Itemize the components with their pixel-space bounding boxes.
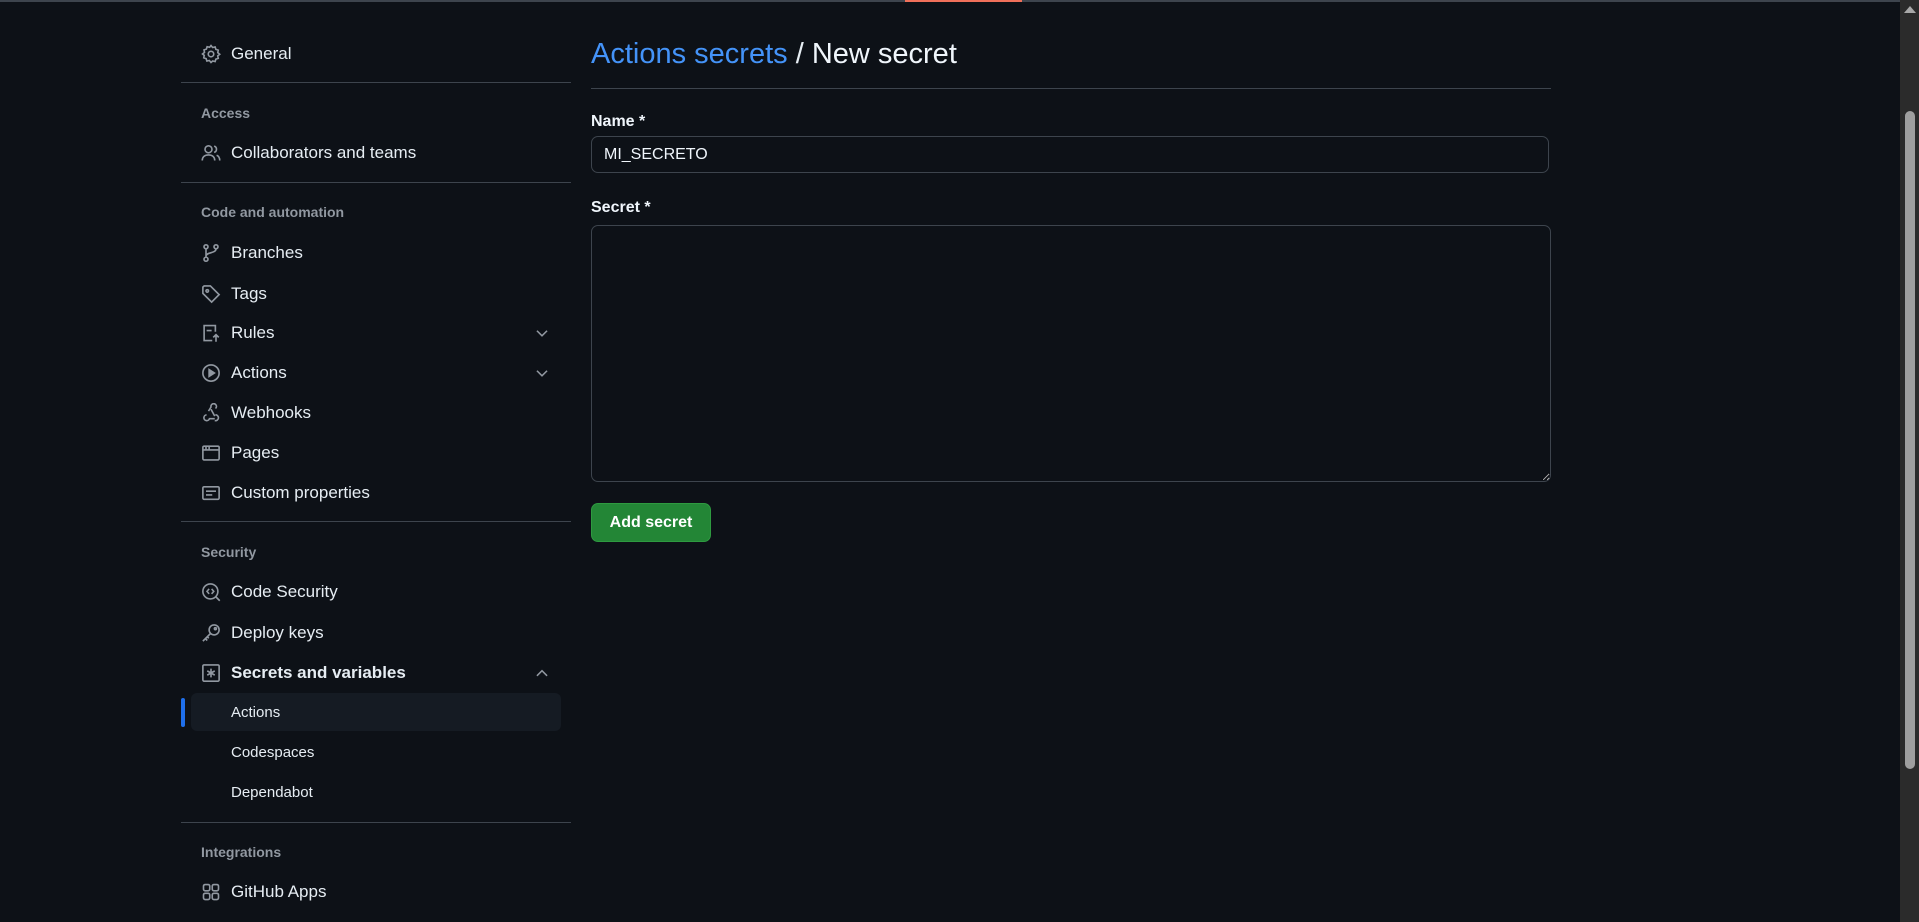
sidebar-item-label: Custom properties (231, 483, 370, 502)
add-secret-button[interactable]: Add secret (591, 503, 711, 542)
sidebar-item-label: Actions (231, 363, 287, 382)
sidebar-item-custom-properties[interactable]: Custom properties (191, 474, 561, 512)
sidebar-item-label: Rules (231, 323, 275, 342)
webhook-icon (201, 403, 221, 423)
divider (181, 822, 571, 823)
divider (181, 521, 571, 522)
sidebar-item-label: Codespaces (231, 743, 315, 761)
chevron-up-icon[interactable] (533, 664, 551, 682)
sidebar-item-webhooks[interactable]: Webhooks (191, 394, 561, 432)
code-scan-icon (201, 582, 221, 602)
sidebar-item-github-apps[interactable]: GitHub Apps (191, 873, 561, 911)
page-title: Actions secrets / New secret (591, 38, 957, 71)
sidebar-item-general[interactable]: General (191, 35, 561, 73)
sidebar-item-deploy-keys[interactable]: Deploy keys (191, 614, 561, 652)
loading-indicator (905, 0, 1022, 2)
secret-textarea[interactable] (591, 225, 1551, 482)
breadcrumb-current: New secret (811, 38, 957, 70)
chevron-down-icon[interactable] (533, 324, 551, 342)
sidebar-item-label: Code Security (231, 582, 338, 601)
rules-icon (201, 323, 221, 343)
sidebar-item-code-security[interactable]: Code Security (191, 573, 561, 611)
sidebar-item-branches[interactable]: Branches (191, 234, 561, 272)
chevron-down-icon[interactable] (533, 364, 551, 382)
play-icon (201, 363, 221, 383)
sidebar-item-label: Dependabot (231, 783, 313, 801)
divider (181, 182, 571, 183)
name-label: Name * (591, 113, 646, 130)
title-divider (591, 88, 1551, 89)
sidebar-item-rules[interactable]: Rules (191, 314, 561, 352)
browser-icon (201, 443, 221, 463)
section-heading-integrations: Integrations (201, 844, 282, 860)
scroll-up-arrow-icon[interactable] (1904, 6, 1916, 13)
scrollbar-thumb[interactable] (1905, 111, 1915, 769)
sidebar-subitem-dependabot[interactable]: Dependabot (191, 773, 561, 811)
name-input[interactable] (591, 136, 1549, 173)
note-icon (201, 483, 221, 503)
sidebar-item-label: Deploy keys (231, 623, 324, 642)
asterisk-box-icon (201, 663, 221, 683)
key-icon (201, 623, 221, 643)
active-indicator (181, 698, 185, 727)
sidebar-item-label: Collaborators and teams (231, 143, 417, 162)
sidebar-subitem-actions[interactable]: Actions (191, 693, 561, 731)
sidebar-item-label: Branches (231, 243, 303, 262)
divider (181, 82, 571, 83)
section-heading-security: Security (201, 544, 257, 560)
sidebar-item-label: Tags (231, 284, 267, 303)
scrollbar[interactable] (1900, 0, 1919, 922)
tag-icon (201, 284, 221, 304)
sidebar-item-label: General (231, 44, 292, 63)
sidebar-item-secrets-variables[interactable]: Secrets and variables (191, 654, 561, 692)
section-heading-code-automation: Code and automation (201, 204, 345, 220)
gear-icon (201, 44, 221, 64)
sidebar-item-tags[interactable]: Tags (191, 275, 561, 313)
sidebar-item-label: Webhooks (231, 403, 312, 422)
sidebar-item-pages[interactable]: Pages (191, 434, 561, 472)
breadcrumb-actions-secrets[interactable]: Actions secrets (591, 38, 788, 70)
branch-icon (201, 243, 221, 263)
apps-icon (201, 882, 221, 902)
section-heading-access: Access (201, 105, 251, 121)
secret-label: Secret * (591, 199, 651, 216)
people-icon (201, 143, 221, 163)
sidebar-item-label: Secrets and variables (231, 663, 406, 682)
sidebar-item-collaborators[interactable]: Collaborators and teams (191, 134, 561, 172)
sidebar-subitem-codespaces[interactable]: Codespaces (191, 733, 561, 771)
sidebar-item-label: GitHub Apps (231, 882, 327, 901)
sidebar-item-label: Pages (231, 443, 280, 462)
sidebar-item-actions[interactable]: Actions (191, 354, 561, 392)
breadcrumb-separator: / (795, 38, 804, 70)
sidebar-item-label: Actions (231, 703, 281, 721)
